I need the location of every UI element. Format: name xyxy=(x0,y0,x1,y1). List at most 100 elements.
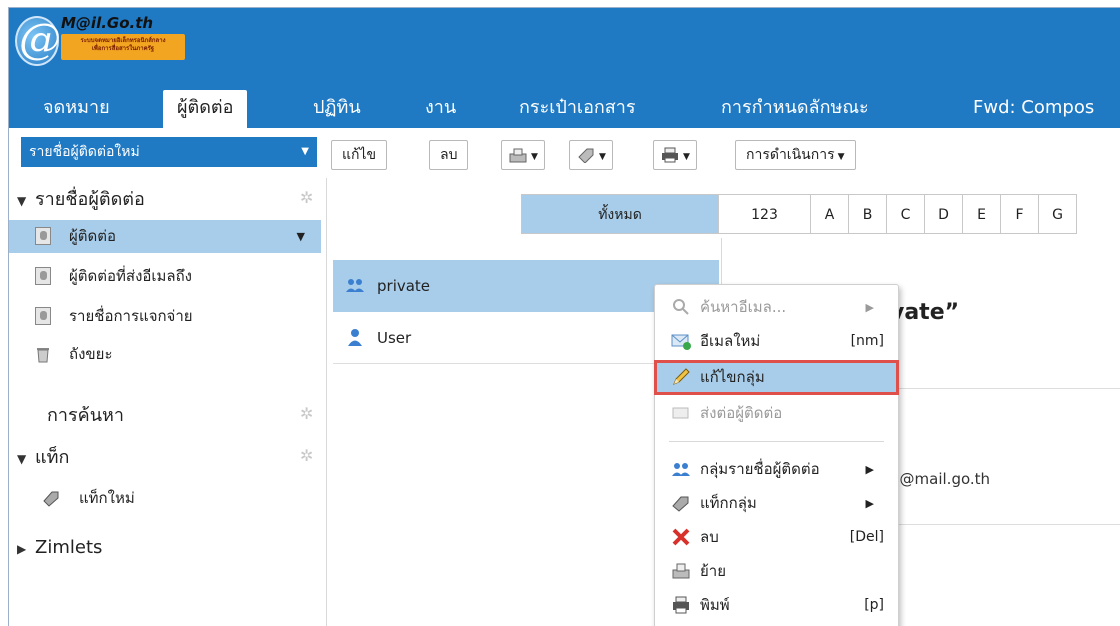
actions-menu-button[interactable]: การดำเนินการ ▼ xyxy=(735,140,856,170)
tag-menu-button[interactable]: ▼ xyxy=(569,140,613,170)
contact-row-label: private xyxy=(377,277,431,295)
tab-contacts[interactable]: ผู้ติดต่อ xyxy=(163,90,248,128)
menu-item-label: พิมพ์ xyxy=(700,596,730,614)
menu-item-edit-group[interactable]: แก้ไขกลุ่ม xyxy=(654,360,899,395)
menu-item-shortcut: [nm] xyxy=(850,333,884,349)
menu-item-label: อีเมลใหม่ xyxy=(700,332,761,350)
expand-triangle-icon[interactable]: ▼ xyxy=(17,443,35,475)
logo-title: M@il.Go.th xyxy=(61,14,154,32)
sidebar-item-distribution-lists[interactable]: รายชื่อการแจกจ่าย xyxy=(9,300,321,333)
address-book-icon xyxy=(35,227,51,245)
tags-section-header[interactable]: ▼ แท็ก xyxy=(9,442,69,474)
menu-item-print[interactable]: พิมพ์ [p] xyxy=(655,589,898,622)
menu-item-label: แก้ไขกลุ่ม xyxy=(700,368,765,386)
sidebar: ▼ รายชื่อผู้ติดต่อ ✲ ผู้ติดต่อ ▼ ผู้ติดต่… xyxy=(9,178,327,626)
alpha-filter-b[interactable]: B xyxy=(849,194,887,234)
detail-member-email[interactable]: 1@mail.go.th xyxy=(890,470,990,488)
alpha-filter-e[interactable]: E xyxy=(963,194,1001,234)
move-icon xyxy=(672,563,690,579)
alpha-filter-123[interactable]: 123 xyxy=(719,194,811,234)
menu-item-delete[interactable]: ลบ [Del] xyxy=(655,521,898,554)
context-menu: ค้นหาอีเมล... ▶ อีเมลใหม่ [nm] แก้ไขกลุ่… xyxy=(654,284,899,626)
menu-item-label: ย้าย xyxy=(700,562,727,580)
mail-go-th-logo[interactable]: @ M@il.Go.th ระบบจดหมายอิเล็กทรอนิกส์กลา… xyxy=(13,12,193,72)
group-icon xyxy=(672,463,690,476)
alpha-filter-g[interactable]: G xyxy=(1039,194,1077,234)
logo-subtitle-line2: เพื่อการสื่อสารในภาครัฐ xyxy=(91,45,155,52)
zimlets-section-header[interactable]: ▶ Zimlets xyxy=(9,532,102,564)
menu-item-shortcut: [Del] xyxy=(849,529,884,545)
sidebar-item-trash[interactable]: ถังขยะ xyxy=(9,338,321,371)
alpha-filter-a[interactable]: A xyxy=(811,194,849,234)
forward-contact-icon xyxy=(672,407,689,419)
actions-label: การดำเนินการ xyxy=(746,147,835,163)
submenu-arrow-icon: ▶ xyxy=(865,497,874,510)
new-contact-list-button[interactable]: รายชื่อผู้ติดต่อใหม่ ▼ xyxy=(21,137,317,167)
edit-button[interactable]: แก้ไข xyxy=(331,140,388,170)
menu-item-find-emails[interactable]: ค้นหาอีเมล... ▶ xyxy=(655,291,898,324)
alphabet-filter-bar: ทั้งหมด 123 A B C D E F G xyxy=(521,194,1077,234)
menu-item-move[interactable]: ย้าย xyxy=(655,555,898,588)
expand-triangle-icon[interactable]: ▶ xyxy=(17,533,35,565)
menu-separator xyxy=(669,441,884,442)
sidebar-item-contacts[interactable]: ผู้ติดต่อ ▼ xyxy=(9,220,321,253)
menu-item-tag-group[interactable]: แท็กกลุ่ม ▶ xyxy=(655,487,898,520)
contact-row-label: User xyxy=(377,329,412,347)
app-tabs: จดหมาย ผู้ติดต่อ ปฏิทิน งาน กระเป๋าเอกสา… xyxy=(9,90,1120,128)
pencil-icon xyxy=(673,368,690,385)
at-sign-icon: @ xyxy=(19,14,61,63)
new-contact-list-label: รายชื่อผู้ติดต่อใหม่ xyxy=(29,144,140,160)
menu-item-label: แท็กกลุ่ม xyxy=(700,494,757,512)
alpha-filter-all[interactable]: ทั้งหมด xyxy=(521,194,719,234)
contacts-header-label: รายชื่อผู้ติดต่อ xyxy=(35,189,145,210)
sidebar-item-label: รายชื่อการแจกจ่าย xyxy=(69,307,193,325)
tab-tasks[interactable]: งาน xyxy=(411,90,470,128)
sidebar-item-label: แท็กใหม่ xyxy=(79,489,135,507)
logo-subtitle: ระบบจดหมายอิเล็กทรอนิกส์กลาง เพื่อการสื่… xyxy=(61,34,185,60)
search-section-header[interactable]: การค้นหา xyxy=(47,400,124,432)
menu-item-label: ค้นหาอีเมล... xyxy=(700,298,787,316)
menu-item-forward-contact[interactable]: ส่งต่อผู้ติดต่อ xyxy=(655,397,898,430)
delete-button[interactable]: ลบ xyxy=(429,140,469,170)
tab-briefcase[interactable]: กระเป๋าเอกสาร xyxy=(505,90,650,128)
contacts-section-header[interactable]: ▼ รายชื่อผู้ติดต่อ xyxy=(9,184,145,216)
detail-group-title: vate” xyxy=(890,300,960,325)
printer-icon xyxy=(662,147,678,163)
sidebar-item-label: ผู้ติดต่อที่ส่งอีเมลถึง xyxy=(69,267,193,285)
tab-calendar[interactable]: ปฏิทิน xyxy=(299,90,375,128)
menu-item-label: ส่งต่อผู้ติดต่อ xyxy=(700,404,783,422)
menu-item-label: กลุ่มรายชื่อผู้ติดต่อ xyxy=(700,460,820,478)
chevron-down-icon[interactable]: ▼ xyxy=(297,220,305,253)
sidebar-item-new-tag[interactable]: แท็กใหม่ xyxy=(9,482,321,515)
address-book-icon xyxy=(35,267,51,285)
person-icon xyxy=(348,329,362,346)
menu-item-contact-group[interactable]: กลุ่มรายชื่อผู้ติดต่อ ▶ xyxy=(655,453,898,486)
alpha-filter-d[interactable]: D xyxy=(925,194,963,234)
expand-triangle-icon[interactable]: ▼ xyxy=(17,185,35,217)
alpha-filter-f[interactable]: F xyxy=(1001,194,1039,234)
tab-fwd-compose[interactable]: Fwd: Compos xyxy=(959,90,1108,128)
tag-icon xyxy=(578,148,594,164)
submenu-arrow-icon: ▶ xyxy=(865,463,874,476)
delete-icon xyxy=(672,528,690,546)
alpha-filter-c[interactable]: C xyxy=(887,194,925,234)
gear-icon[interactable]: ✲ xyxy=(300,406,316,422)
tag-icon xyxy=(43,491,59,507)
trash-icon xyxy=(37,348,49,363)
address-book-icon xyxy=(35,307,51,325)
tab-preferences[interactable]: การกำหนดลักษณะ xyxy=(707,90,883,128)
menu-item-label: ลบ xyxy=(700,528,719,546)
tab-mail[interactable]: จดหมาย xyxy=(29,90,124,128)
new-email-icon xyxy=(671,334,691,350)
menu-item-new-email[interactable]: อีเมลใหม่ [nm] xyxy=(655,325,898,358)
gear-icon[interactable]: ✲ xyxy=(300,448,316,464)
move-tray-icon xyxy=(509,148,527,163)
move-menu-button[interactable]: ▼ xyxy=(501,140,545,170)
print-menu-button[interactable]: ▼ xyxy=(653,140,697,170)
tag-icon xyxy=(672,496,689,512)
chevron-down-icon[interactable]: ▼ xyxy=(301,137,309,167)
sidebar-item-label: ผู้ติดต่อ xyxy=(69,227,117,245)
sidebar-item-emailed-contacts[interactable]: ผู้ติดต่อที่ส่งอีเมลถึง xyxy=(9,260,321,293)
gear-icon[interactable]: ✲ xyxy=(300,190,316,206)
menu-item-shortcut: [p] xyxy=(864,597,884,613)
